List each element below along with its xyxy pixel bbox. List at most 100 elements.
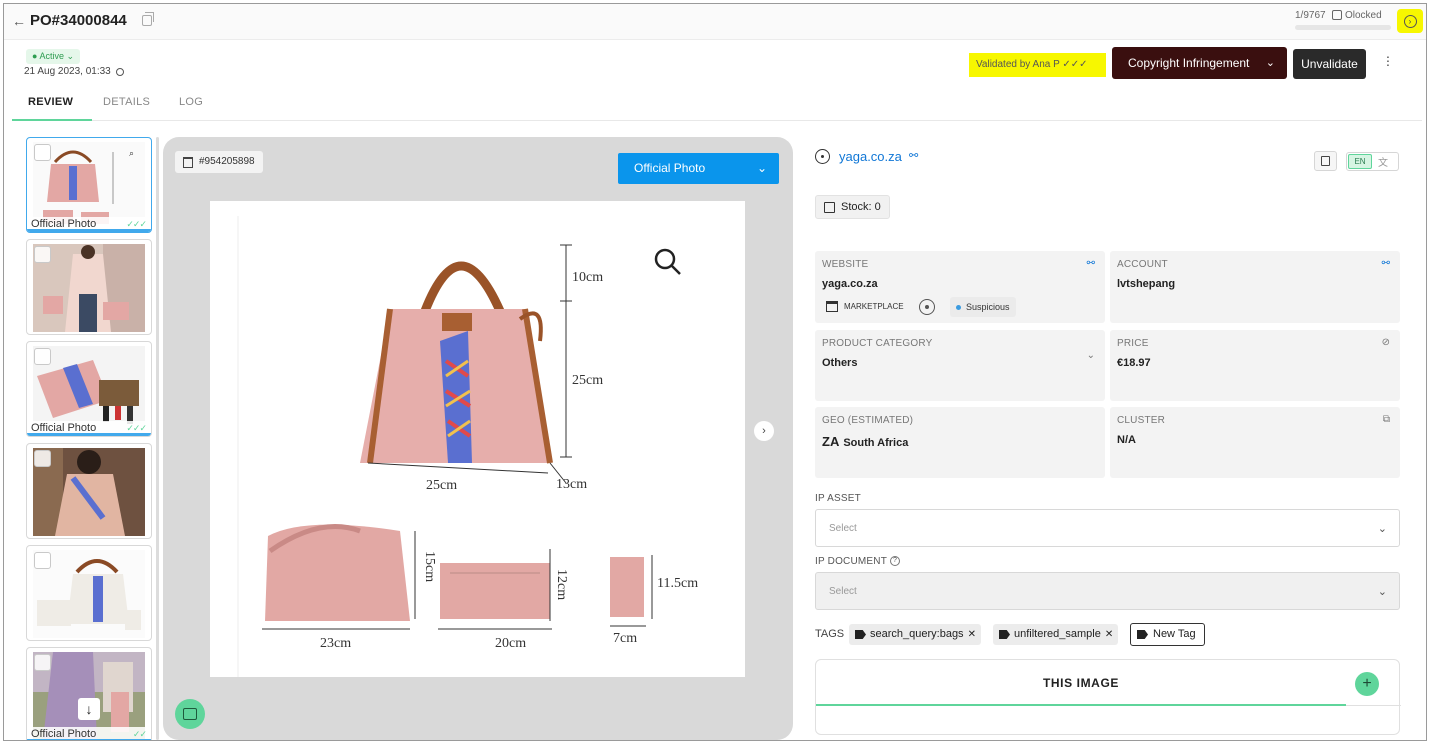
stock-badge: Stock: 0: [815, 195, 890, 219]
tag-chip: unfiltered_sample ✕: [993, 624, 1119, 645]
queue-progress-bar: [1295, 25, 1391, 30]
chevron-down-icon: ⌄: [756, 161, 767, 175]
dimension-label: 23cm: [320, 636, 351, 651]
thumbnail-list: ⌕ Official Photo ✓✓✓ Official Photo ✓✓✓ …: [26, 137, 154, 740]
language-toggle[interactable]: EN 文: [1346, 152, 1399, 171]
divider: [1346, 705, 1401, 706]
thumbnail-scrollbar[interactable]: [156, 137, 159, 740]
dimension-label: 13cm: [556, 477, 587, 492]
geo-card: GEO (ESTIMATED) ZA South Africa: [815, 407, 1105, 478]
ip-document-label: IP DOCUMENT?: [815, 556, 901, 567]
thumbnail-item[interactable]: ↓ Official Photo ✓✓: [26, 647, 152, 740]
chevron-right-icon: ›: [1403, 14, 1417, 28]
cluster-card: CLUSTER ⧉ N/A: [1110, 407, 1400, 478]
tag-icon: [999, 630, 1010, 639]
more-options-icon[interactable]: · · ·: [1385, 49, 1391, 71]
external-link-icon[interactable]: ⧉: [1383, 414, 1390, 425]
photo-type-label: Official Photo: [634, 161, 706, 175]
image-id-badge: #954205898: [175, 151, 263, 173]
price-card: PRICE ⊘ €18.97: [1110, 330, 1400, 401]
thumbnail-item[interactable]: Official Photo ✓✓✓: [26, 341, 152, 437]
dimension-label: 15cm: [422, 551, 437, 582]
listing-panel: yaga.co.za ⚯ EN 文 Stock: 0 WEBSITE ⚯ yag…: [812, 137, 1401, 740]
price-value: €18.97: [1117, 357, 1151, 369]
clock-icon: [116, 68, 124, 76]
image-viewer: #954205898 Official Photo ⌄ 10cm 25cm 25…: [163, 137, 793, 740]
ip-asset-placeholder: Select: [829, 523, 857, 534]
image-edit-button[interactable]: [175, 699, 205, 729]
tab-details[interactable]: DETAILS: [103, 96, 150, 108]
tag-icon: [1137, 630, 1148, 639]
thumbnail-checkbox[interactable]: [34, 552, 51, 569]
active-tab-indicator: [12, 119, 92, 121]
ip-asset-select[interactable]: Select ⌄: [815, 509, 1400, 547]
price-label: PRICE: [1117, 338, 1149, 349]
dimension-label: 7cm: [613, 631, 637, 646]
website-card: WEBSITE ⚯ yaga.co.za MARKETPLACE Suspici…: [815, 251, 1105, 323]
chevron-down-icon[interactable]: ⌄: [1087, 350, 1095, 361]
stock-value: Stock: 0: [841, 201, 881, 213]
tab-log[interactable]: LOG: [179, 96, 203, 108]
remove-tag-icon[interactable]: ✕: [1105, 629, 1113, 640]
copy-icon[interactable]: [142, 12, 154, 26]
tag-chip: search_query:bags ✕: [849, 624, 981, 645]
image-panel-title[interactable]: THIS IMAGE: [816, 676, 1346, 690]
photo-type-dropdown[interactable]: Official Photo ⌄: [618, 153, 779, 184]
store-icon: [826, 301, 838, 312]
link-icon[interactable]: ⚯: [1382, 258, 1390, 269]
case-datetime: 21 Aug 2023, 01:33: [24, 66, 111, 77]
category-label: PRODUCT CATEGORY: [822, 338, 933, 349]
image-id-icon: [183, 157, 193, 168]
translate-icon[interactable]: 文: [1378, 154, 1388, 169]
dimension-label: 25cm: [426, 478, 457, 493]
thumbnail-checkbox[interactable]: [34, 654, 51, 671]
tab-bar: REVIEW DETAILS LOG: [12, 88, 1422, 121]
verdict-label: Copyright Infringement: [1128, 56, 1250, 70]
next-case-button[interactable]: ›: [1397, 9, 1423, 33]
tab-review[interactable]: REVIEW: [28, 96, 73, 108]
tags-label: TAGS: [815, 628, 845, 640]
dimension-label: 11.5cm: [657, 576, 698, 591]
thumbnail-checkbox[interactable]: [34, 450, 51, 467]
clocked-status: Olocked: [1345, 10, 1382, 21]
globe-icon: [815, 149, 830, 164]
top-bar: ← PO#34000844 1/9767 Olocked ›: [4, 4, 1426, 40]
ip-document-placeholder: Select: [829, 586, 857, 597]
cluster-value: N/A: [1117, 434, 1136, 446]
unvalidate-button[interactable]: Unvalidate: [1293, 49, 1366, 79]
ip-document-select[interactable]: Select ⌄: [815, 572, 1400, 610]
download-icon[interactable]: ↓: [78, 698, 100, 720]
thumbnail-item[interactable]: [26, 443, 152, 539]
product-image[interactable]: 10cm 25cm 25cm 13cm 23cm 15cm 20cm 12cm: [210, 201, 745, 677]
site-link[interactable]: yaga.co.za: [839, 149, 902, 164]
thumbnail-checkbox[interactable]: [34, 246, 51, 263]
document-button[interactable]: [1314, 151, 1337, 171]
new-tag-button[interactable]: New Tag: [1130, 623, 1205, 646]
chevron-down-icon: ⌄: [1377, 523, 1387, 535]
thumbnail-item[interactable]: [26, 239, 152, 335]
add-button[interactable]: +: [1355, 672, 1379, 696]
remove-tag-icon[interactable]: ✕: [968, 629, 976, 640]
validated-badge: Validated by Ana P ✓✓✓: [969, 53, 1106, 77]
thumbnail-checkbox[interactable]: [34, 144, 51, 161]
app-frame: ← PO#34000844 1/9767 Olocked › ● Active …: [3, 3, 1427, 741]
chevron-down-icon: ⌄: [1377, 586, 1387, 598]
thumbnail-item[interactable]: ⌕ Official Photo ✓✓✓: [26, 137, 152, 233]
link-icon[interactable]: ⚯: [909, 149, 918, 162]
status-badge[interactable]: ● Active ⌄: [26, 49, 80, 64]
dimension-label: 12cm: [554, 569, 569, 600]
arrow-left-icon[interactable]: ←: [12, 13, 26, 29]
dimension-label: 10cm: [572, 270, 603, 285]
language-en[interactable]: EN: [1348, 154, 1372, 169]
thumbnail-item[interactable]: [26, 545, 152, 641]
category-card[interactable]: PRODUCT CATEGORY Others ⌄: [815, 330, 1105, 401]
next-image-button[interactable]: ›: [754, 421, 774, 441]
link-icon[interactable]: ⚯: [1087, 258, 1095, 269]
thumbnail-checkbox[interactable]: [34, 348, 51, 365]
currency-icon[interactable]: ⊘: [1382, 337, 1390, 348]
help-icon[interactable]: ?: [890, 556, 901, 567]
po-title: PO#34000844: [30, 12, 127, 29]
selected-indicator: [27, 229, 151, 232]
selected-indicator: [27, 739, 151, 740]
verdict-dropdown[interactable]: Copyright Infringement ⌄: [1112, 47, 1287, 79]
